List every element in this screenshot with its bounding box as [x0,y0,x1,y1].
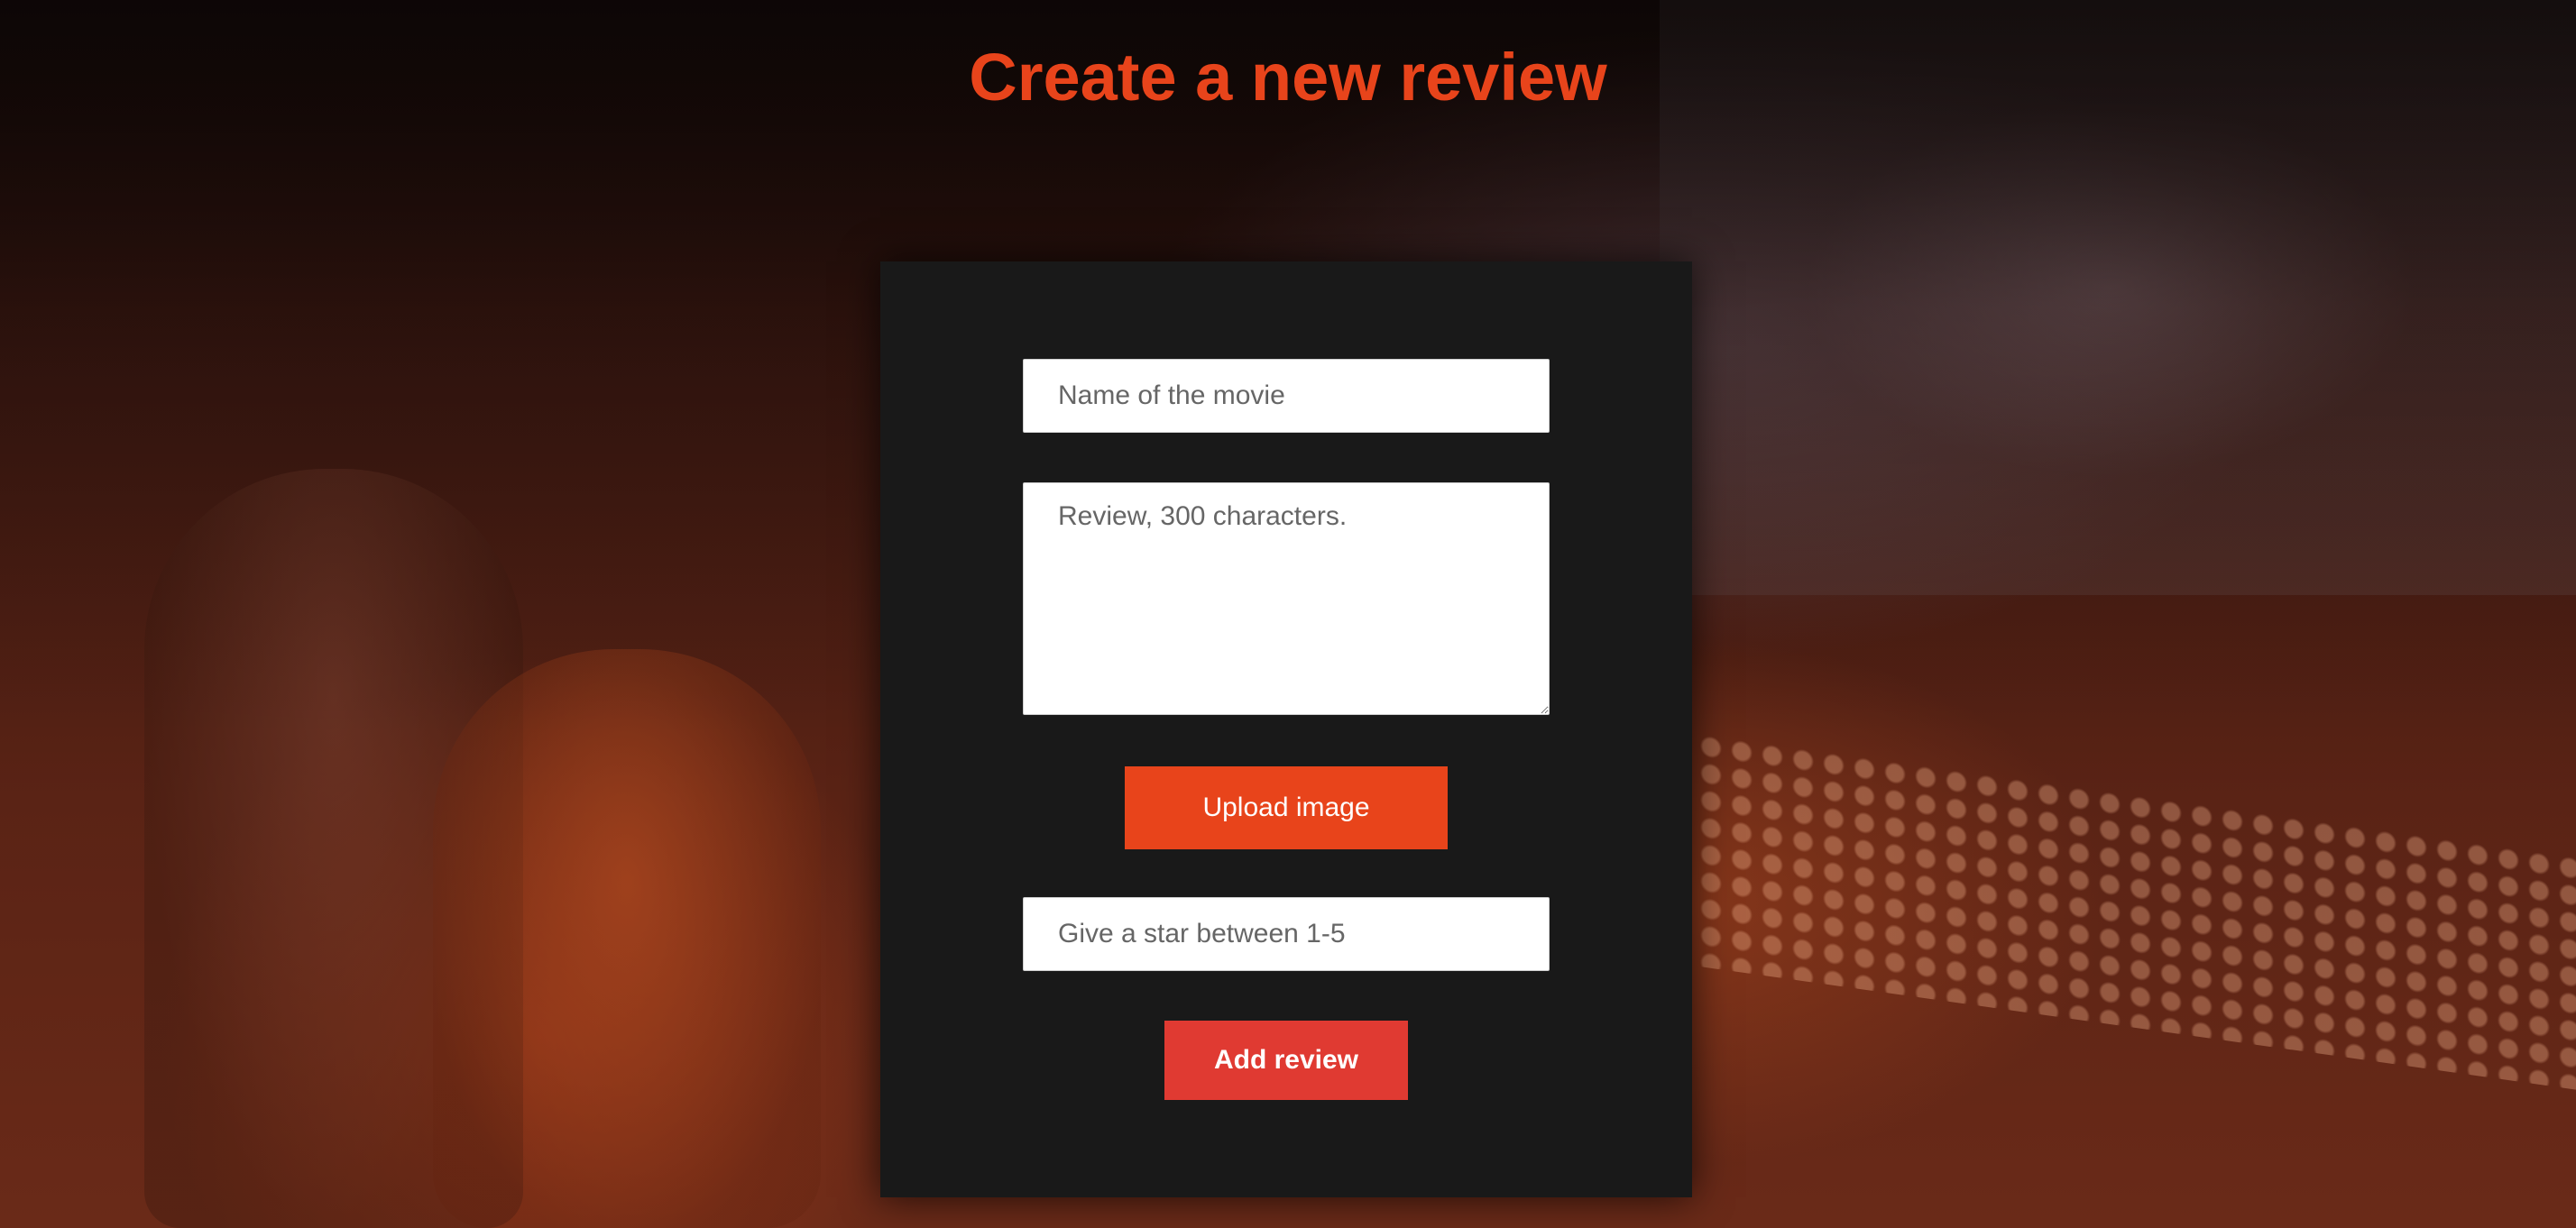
review-textarea[interactable] [1023,482,1550,715]
page: Create a new review Upload image Add rev… [0,0,2576,1228]
add-review-button[interactable]: Add review [1164,1021,1408,1100]
star-rating-input[interactable] [1023,897,1550,971]
page-title: Create a new review [969,40,1607,115]
upload-image-button[interactable]: Upload image [1125,766,1448,849]
review-form: Upload image Add review [880,261,1692,1197]
movie-name-input[interactable] [1023,359,1550,433]
